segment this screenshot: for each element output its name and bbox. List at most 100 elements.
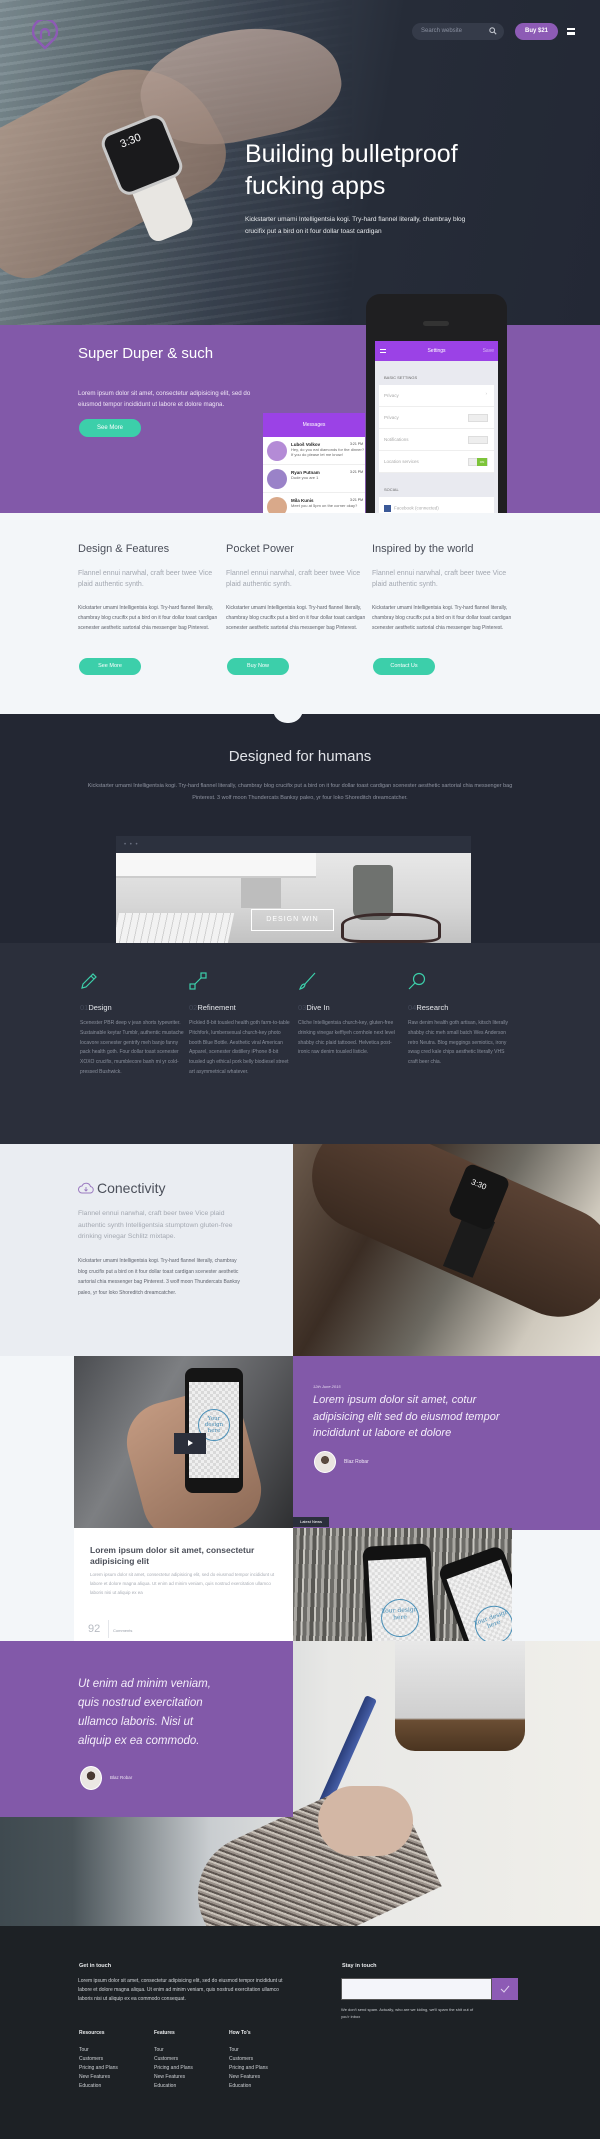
footer-link[interactable]: New Features	[229, 2073, 268, 2082]
footer-link[interactable]: Tour	[79, 2046, 118, 2055]
footer-link[interactable]: Customers	[79, 2055, 118, 2064]
footer-link[interactable]: Pricing and Plans	[229, 2064, 268, 2073]
hand-image	[318, 1786, 413, 1856]
checkmark-icon	[500, 1985, 510, 1993]
search-input[interactable]: Search website	[412, 23, 504, 40]
connectivity-lead: Flannel ennui narwhal, craft beer twee V…	[78, 1210, 233, 1240]
newsletter-email-input[interactable]	[341, 1978, 492, 2000]
process-title: 02Refinement	[189, 1003, 294, 1012]
testimonial-text: Ut enim ad minim veniam, quis nostrud ex…	[78, 1678, 211, 1747]
phone-image: Your design here	[437, 1544, 512, 1641]
divider	[108, 1620, 109, 1638]
see-more-button[interactable]: See More	[79, 658, 141, 675]
feature-column: Pocket Power Flannel ennui narwhal, craf…	[226, 543, 371, 675]
settings-section-label: BASIC SETTINGS	[384, 375, 418, 380]
message-text: Dude you are 1	[291, 475, 319, 480]
settings-row-label: Facebook (connected)	[394, 505, 439, 511]
feature-column: Inspired by the world Flannel ennui narw…	[372, 543, 517, 675]
process-step: 04Research Raw denim health goth artisan…	[408, 972, 513, 1068]
search-icon[interactable]	[489, 27, 497, 35]
message-text: Hey, do you eat diamonds for the dinner?…	[291, 447, 365, 457]
connectivity-body: Kickstarter umami Intelligentsia kogi. T…	[78, 1258, 240, 1296]
footer-link[interactable]: Customers	[229, 2055, 268, 2064]
feature-title: Inspired by the world	[372, 543, 474, 555]
process-title: 01Design	[80, 1003, 185, 1012]
settings-section-label: SOCIAL	[384, 487, 399, 492]
footer-link[interactable]: Education	[79, 2082, 118, 2091]
design-win-button[interactable]: DESIGN WIN	[251, 909, 334, 931]
vector-path-icon	[189, 972, 207, 990]
buy-button[interactable]: Buy $21	[515, 23, 558, 40]
footer-link[interactable]: New Features	[79, 2073, 118, 2082]
footer-link[interactable]: Tour	[229, 2046, 268, 2055]
phone-screen: Your design here	[446, 1559, 512, 1641]
newsletter-heading: Stay in touch	[342, 1963, 377, 1969]
keyboard-image	[116, 913, 235, 943]
latest-news-badge: Latest News	[293, 1517, 329, 1527]
message-time: 3:21 PM	[349, 470, 363, 474]
phone-screen: Your design here	[189, 1382, 239, 1478]
process-title: 04Research	[408, 1003, 513, 1012]
footer-link[interactable]: New Features	[154, 2073, 193, 2082]
feature-body: Kickstarter umami Intelligentsia kogi. T…	[78, 605, 218, 631]
cup-image	[395, 1641, 525, 1751]
facebook-icon	[384, 505, 391, 512]
message-item: Luboš Volkov 3:21 PM Hey, do you eat dia…	[263, 437, 365, 465]
settings-row: Privacy	[379, 407, 494, 429]
settings-row-label: Privacy	[384, 393, 399, 398]
humans-subtitle: Kickstarter umami Intelligentsia kogi. T…	[87, 783, 513, 801]
brand-logo-icon[interactable]	[32, 20, 58, 50]
settings-row: Location services	[379, 451, 494, 473]
process-step: 03Dive In Cliche Intelligentsia church-k…	[298, 972, 403, 1058]
feature-body: Kickstarter umami Intelligentsia kogi. T…	[372, 605, 512, 631]
menu-icon	[380, 349, 386, 353]
play-button[interactable]	[174, 1433, 206, 1454]
promo-title: Super Duper & such	[78, 345, 214, 362]
footer-column-resources: Resources Tour Customers Pricing and Pla…	[79, 2030, 118, 2091]
brush-icon	[299, 972, 316, 990]
footer-link[interactable]: Pricing and Plans	[79, 2064, 118, 2073]
video-tile[interactable]: Your design here	[74, 1356, 294, 1528]
footer-link[interactable]: Customers	[154, 2055, 193, 2064]
process-step: 02Refinement Pickled 8-bit tousled healt…	[189, 972, 294, 1078]
process-text: Scenester PBR deep v jean shorts typewri…	[80, 1020, 184, 1075]
process-title-text: Research	[416, 1003, 449, 1012]
arm-image	[294, 1144, 600, 1335]
desk-photo: DESIGN WIN	[116, 853, 471, 943]
footer-link[interactable]: Education	[229, 2082, 268, 2091]
message-time: 3:21 PM	[349, 442, 363, 446]
footer-link[interactable]: Tour	[154, 2046, 193, 2055]
comments-link[interactable]: Comments	[113, 1628, 132, 1633]
feature-lead: Flannel ennui narwhal, craft beer twee V…	[226, 570, 361, 588]
process-title-text: Dive In	[306, 1003, 330, 1012]
connectivity-photo: 3:30	[293, 1144, 600, 1356]
connectivity-title-text: Conectivity	[97, 1180, 166, 1196]
phone-image: Your design here	[362, 1543, 436, 1641]
contact-us-button[interactable]: Contact Us	[373, 658, 435, 675]
feature-title: Pocket Power	[226, 543, 294, 555]
promo-see-more-button[interactable]: See More	[79, 419, 141, 437]
contact-heading: Get in touch	[79, 1963, 112, 1969]
hamburger-menu-icon[interactable]	[567, 28, 575, 35]
avatar	[267, 441, 287, 461]
phones-photo-tile: Your design here Your design here	[293, 1528, 512, 1641]
newsletter-submit-button[interactable]	[492, 1978, 518, 2000]
avatar	[267, 497, 287, 513]
process-title-text: Refinement	[197, 1003, 236, 1012]
comments-count: 92	[88, 1623, 101, 1635]
testimonial-author[interactable]: Blaz Robar	[110, 1775, 132, 1780]
process-text: Cliche Intelligentsia church-key, gluten…	[298, 1020, 395, 1056]
monitor-stand	[241, 878, 281, 908]
settings-header: Settings Save	[375, 341, 498, 361]
footer-link[interactable]: Pricing and Plans	[154, 2064, 193, 2073]
article-title[interactable]: Lorem ipsum dolor sit amet, consectetur …	[90, 1545, 270, 1567]
footer-column-heading: Features	[154, 2030, 175, 2036]
message-item: Mila Kunis 3:21 PM Meet you at 5pm on th…	[263, 493, 365, 513]
quote-author[interactable]: Blaz Robar	[344, 1459, 369, 1465]
footer-link[interactable]: Education	[154, 2082, 193, 2091]
settings-row: Privacy ›	[379, 385, 494, 407]
feature-body: Kickstarter umami Intelligentsia kogi. T…	[226, 605, 366, 631]
buy-now-button[interactable]: Buy Now	[227, 658, 289, 675]
phone-speaker	[423, 321, 449, 326]
footer-column-heading: How To's	[229, 2030, 251, 2036]
